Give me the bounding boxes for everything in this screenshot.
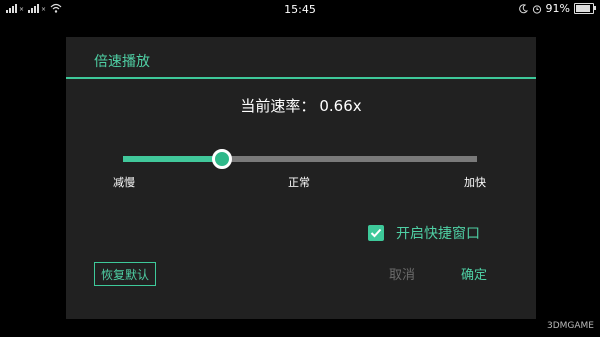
mark-fast: 加快: [464, 176, 486, 189]
status-bar: × × 15:45 91%: [0, 0, 600, 18]
reset-default-button[interactable]: 恢复默认: [94, 262, 156, 286]
speed-slider[interactable]: [123, 149, 477, 169]
current-speed-value: 0.66x: [319, 97, 362, 115]
battery-icon: [574, 3, 596, 14]
quick-window-label[interactable]: 开启快捷窗口: [396, 223, 480, 243]
mark-normal: 正常: [288, 176, 310, 189]
current-speed: 当前速率： 0.66x: [66, 95, 536, 116]
checkmark-icon: [370, 228, 382, 238]
quick-window-checkbox[interactable]: [368, 225, 384, 241]
current-speed-label: 当前速率：: [240, 97, 316, 115]
speed-dialog: 倍速播放 当前速率： 0.66x 减慢 正常 加快 开启快捷窗口 恢复默认 取消 …: [66, 37, 536, 319]
alarm-icon: [532, 4, 541, 14]
slider-thumb[interactable]: [212, 149, 233, 169]
battery-percentage: 91%: [545, 2, 570, 15]
no-disturb-icon: [518, 3, 528, 13]
screen: × × 15:45 91% 倍速播放 当前速率： 0.66x 减慢 正常 加快 …: [0, 0, 600, 337]
status-right-icons: 91%: [518, 2, 596, 15]
status-time: 15:45: [284, 3, 316, 16]
slider-track-fill: [123, 156, 223, 162]
cancel-button[interactable]: 取消: [389, 264, 415, 283]
quick-window-option[interactable]: 开启快捷窗口: [368, 223, 480, 243]
confirm-button[interactable]: 确定: [461, 264, 487, 283]
title-divider: [66, 77, 536, 79]
dialog-title: 倍速播放: [94, 54, 150, 70]
watermark: 3DMGAME: [546, 321, 594, 331]
mark-slow: 减慢: [113, 176, 135, 189]
